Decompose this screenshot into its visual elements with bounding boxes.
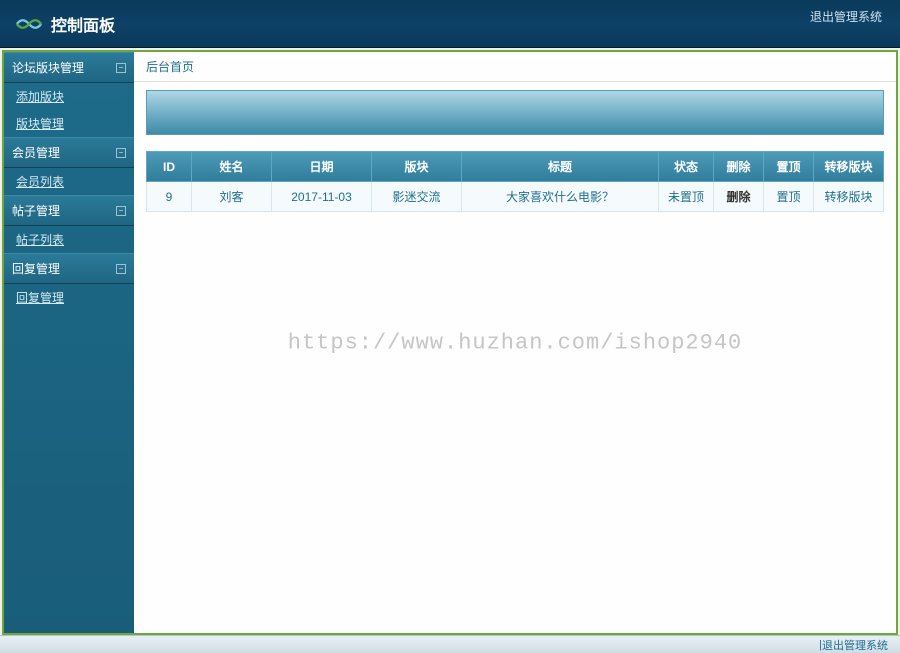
- collapse-icon: −: [116, 206, 126, 216]
- col-section: 版块: [372, 152, 462, 182]
- banner: [146, 90, 884, 135]
- collapse-icon: −: [116, 63, 126, 73]
- nav-group-label: 回复管理: [12, 260, 60, 277]
- nav-group-label: 论坛版块管理: [12, 59, 84, 76]
- nav-group-member[interactable]: 会员管理 −: [4, 137, 134, 168]
- nav-group-forum[interactable]: 论坛版块管理 −: [4, 52, 134, 83]
- cell-title: 大家喜欢什么电影？: [462, 182, 659, 212]
- breadcrumb: 后台首页: [134, 52, 896, 82]
- cell-date: 2017-11-03: [272, 182, 372, 212]
- logout-link-bottom[interactable]: 退出管理系统: [822, 637, 888, 653]
- logo-icon: [15, 14, 43, 34]
- sidebar-item-post-list[interactable]: 帖子列表: [4, 226, 134, 253]
- sidebar-item-reply-manage[interactable]: 回复管理: [4, 284, 134, 311]
- move-button[interactable]: 转移版块: [814, 182, 884, 212]
- col-title: 标题: [462, 152, 659, 182]
- cell-status[interactable]: 未置顶: [659, 182, 714, 212]
- col-move: 转移版块: [814, 152, 884, 182]
- nav-group-label: 会员管理: [12, 144, 60, 161]
- col-delete: 删除: [714, 152, 764, 182]
- sidebar-item-section-manage[interactable]: 版块管理: [4, 110, 134, 137]
- sidebar-item-add-section[interactable]: 添加版块: [4, 83, 134, 110]
- col-id: ID: [147, 152, 192, 182]
- table-header-row: ID 姓名 日期 版块 标题 状态 删除 置顶 转移版块: [147, 152, 884, 182]
- col-date: 日期: [272, 152, 372, 182]
- nav-group-label: 帖子管理: [12, 202, 60, 219]
- footer: | 退出管理系统: [0, 635, 900, 653]
- collapse-icon: −: [116, 148, 126, 158]
- watermark: https://www.huzhan.com/ishop2940: [288, 330, 742, 355]
- data-table: ID 姓名 日期 版块 标题 状态 删除 置顶 转移版块 9 刘客: [146, 151, 884, 212]
- col-top: 置顶: [764, 152, 814, 182]
- col-status: 状态: [659, 152, 714, 182]
- main-content: 后台首页 https://www.huzhan.com/ishop2940 ID…: [134, 52, 896, 633]
- logout-link-top[interactable]: 退出管理系统: [810, 8, 882, 25]
- cell-id: 9: [147, 182, 192, 212]
- header-left: 控制面板: [15, 12, 115, 36]
- app-title: 控制面板: [51, 12, 115, 36]
- cell-section: 影迷交流: [372, 182, 462, 212]
- data-table-wrap: ID 姓名 日期 版块 标题 状态 删除 置顶 转移版块 9 刘客: [146, 151, 884, 212]
- delete-button[interactable]: 删除: [714, 182, 764, 212]
- app-header: 控制面板: [0, 0, 900, 48]
- cell-name: 刘客: [192, 182, 272, 212]
- table-row: 9 刘客 2017-11-03 影迷交流 大家喜欢什么电影？ 未置顶 删除 置顶…: [147, 182, 884, 212]
- main-container: 论坛版块管理 − 添加版块 版块管理 会员管理 − 会员列表 帖子管理 − 帖子…: [2, 50, 898, 635]
- nav-group-post[interactable]: 帖子管理 −: [4, 195, 134, 226]
- sidebar: 论坛版块管理 − 添加版块 版块管理 会员管理 − 会员列表 帖子管理 − 帖子…: [4, 52, 134, 633]
- nav-group-reply[interactable]: 回复管理 −: [4, 253, 134, 284]
- top-button[interactable]: 置顶: [764, 182, 814, 212]
- sidebar-item-member-list[interactable]: 会员列表: [4, 168, 134, 195]
- collapse-icon: −: [116, 264, 126, 274]
- col-name: 姓名: [192, 152, 272, 182]
